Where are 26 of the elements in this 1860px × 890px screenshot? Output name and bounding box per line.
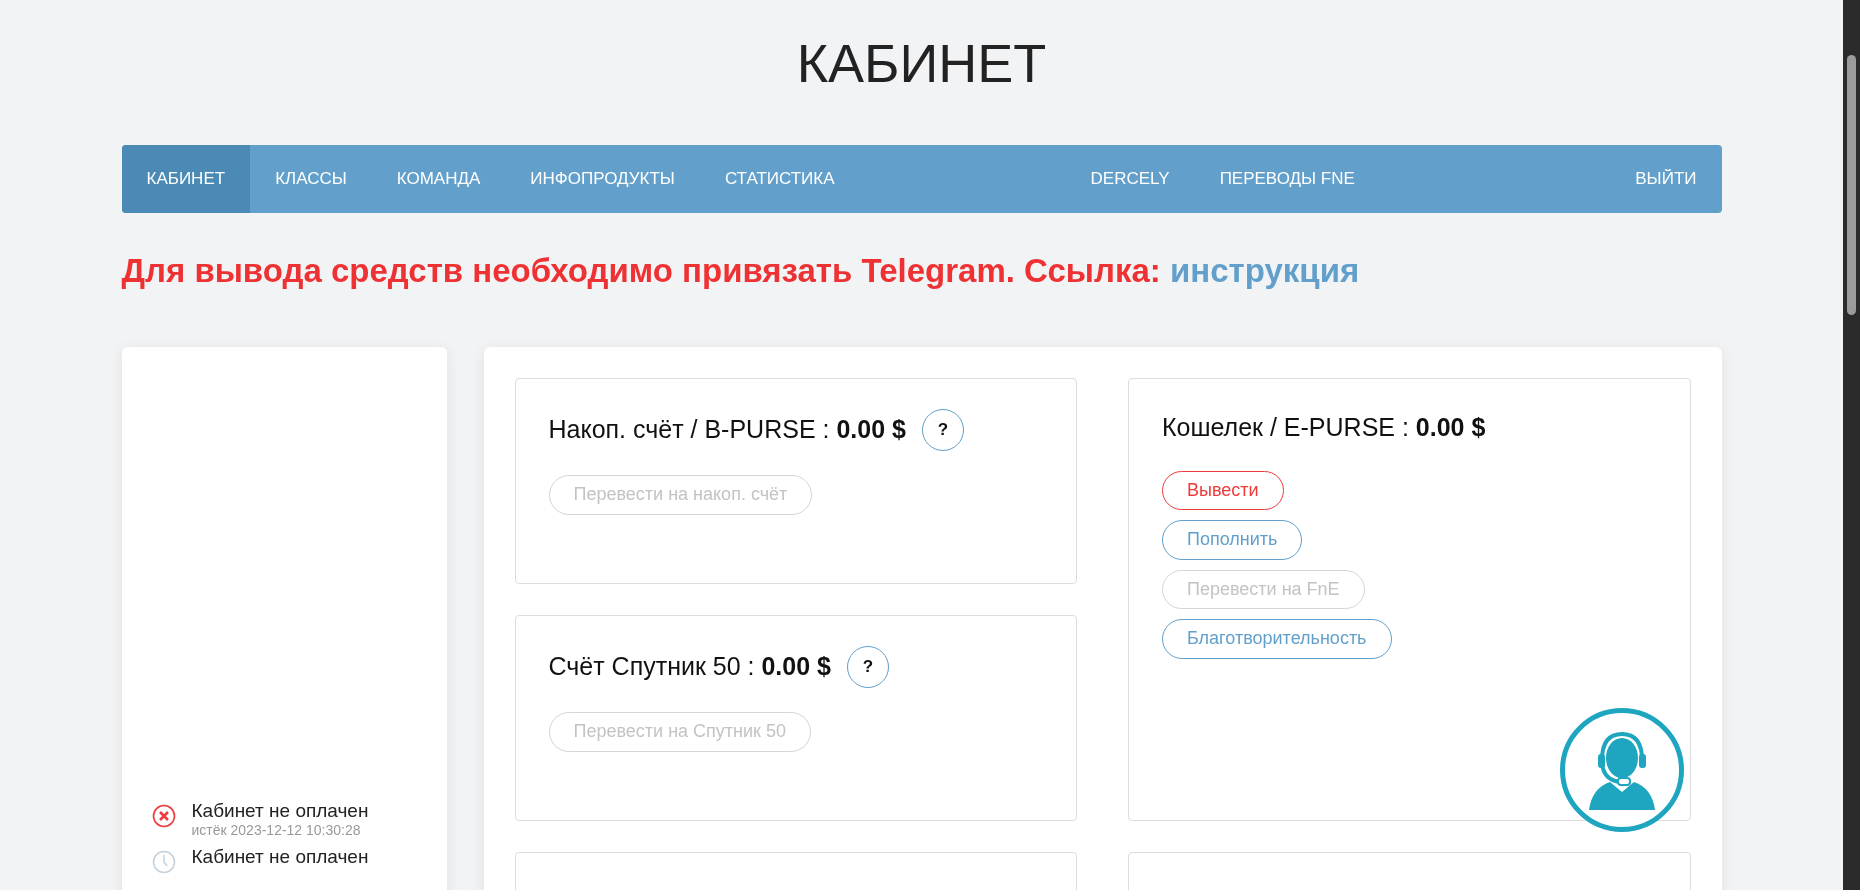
clock-icon — [151, 850, 176, 875]
status-title: Кабинет не оплачен — [191, 846, 369, 869]
nav-link[interactable]: DERCELY — [1065, 145, 1195, 213]
nav-link[interactable]: КЛАССЫ — [250, 145, 372, 213]
account-balance: Кошелек / E-PURSE : 0.00 $ — [1162, 412, 1486, 443]
scrollbar-thumb[interactable] — [1847, 55, 1856, 315]
account-action-button[interactable]: Пополнить — [1162, 520, 1303, 560]
nav-link[interactable]: ПЕРЕВОДЫ FNE — [1194, 145, 1380, 213]
account-action-button[interactable]: Благотворительность — [1162, 619, 1392, 659]
nav-link[interactable]: СТАТИСТИКА — [699, 145, 860, 213]
error-icon — [151, 804, 176, 828]
page-title: КАБИНЕТ — [795, 32, 1048, 95]
account-balance: Накоп. счёт / B-PURSE : 0.00 $ — [548, 414, 906, 446]
help-button[interactable]: ? — [846, 646, 889, 688]
nav-link[interactable]: ВЫЙТИ — [1610, 145, 1722, 213]
status-title: Кабинет не оплачен — [191, 800, 369, 823]
nav-link[interactable]: ИНФОПРОДУКТЫ — [505, 145, 700, 213]
nav-link[interactable]: КОМАНДА — [371, 145, 506, 213]
scrollbar[interactable] — [1843, 0, 1860, 890]
account-action-button[interactable]: Вывести — [1162, 470, 1284, 511]
nav-link[interactable]: КАБИНЕТ — [121, 145, 251, 213]
instruction-link[interactable]: инструкция — [1170, 252, 1360, 289]
status-date: истёк 2023-12-12 10:30:28 — [191, 822, 362, 839]
account-balance: Счёт Спутник 50 : 0.00 $ — [548, 651, 831, 683]
help-button[interactable]: ? — [921, 409, 964, 451]
telegram-warning: Для вывода средств необходимо привязать Telegram. Ссылка: инструкция — [121, 251, 1361, 291]
